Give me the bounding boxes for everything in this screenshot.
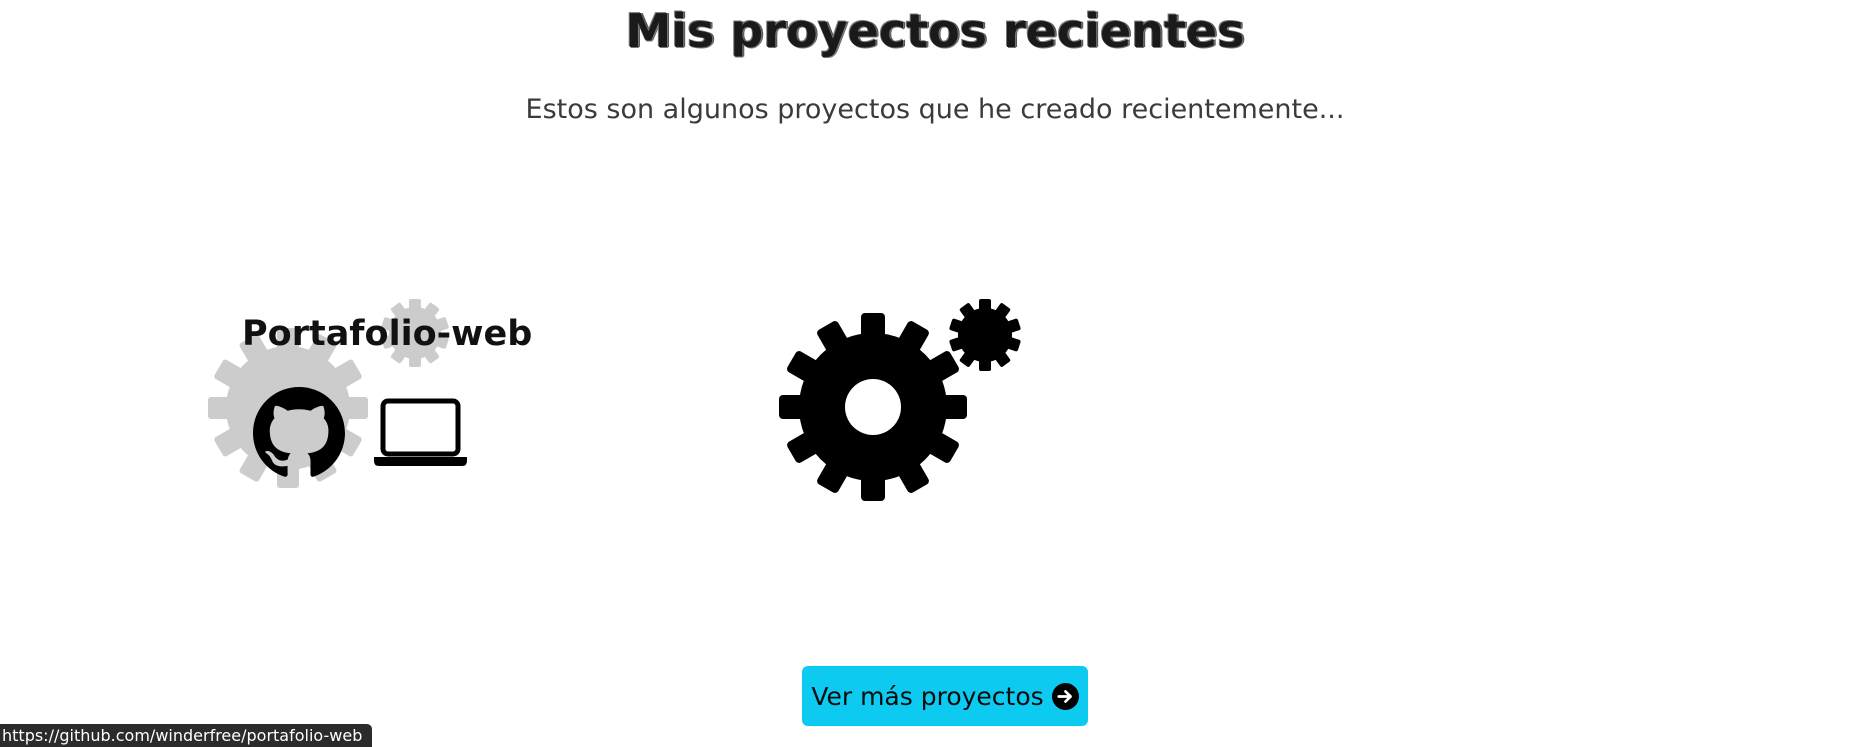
- more-projects-button[interactable]: Ver más proyectos: [802, 666, 1088, 726]
- section-title: Mis proyectos recientes: [625, 4, 1245, 58]
- demo-link[interactable]: [374, 398, 467, 468]
- laptop-icon: [374, 398, 467, 466]
- github-link[interactable]: [253, 387, 345, 479]
- gears-icon: [779, 299, 1022, 501]
- more-projects-label: Ver más proyectos: [811, 681, 1044, 711]
- project-placeholder: [775, 295, 1025, 505]
- section-subtitle: Estos son algunos proyectos que he cread…: [525, 94, 1345, 125]
- status-bar-url: https://github.com/winderfree/portafolio…: [0, 724, 373, 747]
- arrow-right-circle-icon: [1051, 682, 1079, 710]
- project-title: Portafolio-web: [242, 314, 533, 354]
- projects-page: Mis proyectos recientes Estos son alguno…: [0, 0, 1870, 747]
- project-card-portafolio-web[interactable]: Portafolio-web: [200, 290, 532, 510]
- github-icon: [253, 387, 345, 477]
